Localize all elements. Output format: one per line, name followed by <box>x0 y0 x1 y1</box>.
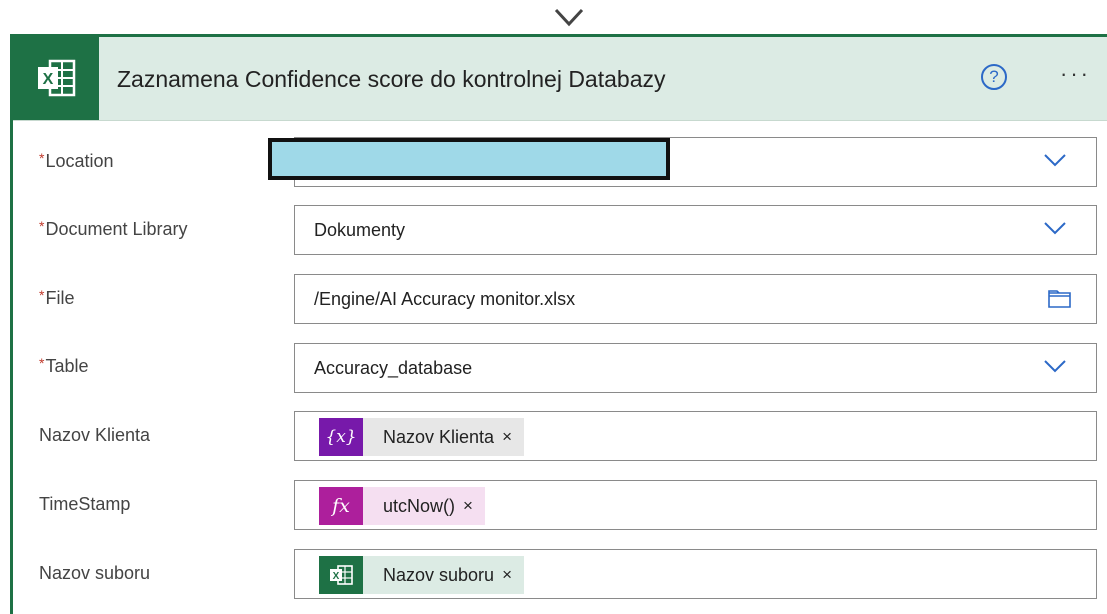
variable-icon: {x} <box>319 418 363 456</box>
token-label: Nazov Klienta <box>383 426 495 447</box>
excel-connector-tile: X <box>13 37 99 120</box>
timestamp-label: TimeStamp <box>39 494 131 514</box>
required-marker: * <box>39 287 45 303</box>
required-marker: * <box>39 150 45 166</box>
timestamp-field[interactable]: fx utcNow() × <box>294 480 1097 530</box>
nazov-klienta-field[interactable]: {x} Nazov Klienta × <box>294 411 1097 461</box>
token-label: utcNow() <box>383 495 456 516</box>
remove-token-icon[interactable]: × <box>502 565 524 585</box>
token-label: Nazov suboru <box>383 564 495 585</box>
remove-token-icon[interactable]: × <box>463 496 485 516</box>
flow-connector-arrow-icon <box>554 8 584 27</box>
action-title[interactable]: Zaznamena Confidence score do kontrolnej… <box>117 66 666 93</box>
table-value: Accuracy_database <box>314 358 473 378</box>
expression-token[interactable]: fx utcNow() × <box>319 487 485 525</box>
document-library-label: *Document Library <box>39 218 188 239</box>
dynamic-content-token[interactable]: X Nazov suboru × <box>319 556 524 594</box>
more-options-icon[interactable]: ··· <box>1060 61 1091 87</box>
excel-icon: X <box>38 59 76 97</box>
remove-token-icon[interactable]: × <box>502 427 524 447</box>
file-label: *File <box>39 287 75 308</box>
table-dropdown[interactable]: Accuracy_database <box>294 343 1097 393</box>
nazov-suboru-label: Nazov suboru <box>39 563 151 583</box>
action-card-header[interactable]: X Zaznamena Confidence score do kontroln… <box>13 37 1107 121</box>
help-icon[interactable]: ? <box>981 64 1007 90</box>
dynamic-content-token[interactable]: {x} Nazov Klienta × <box>319 418 524 456</box>
chevron-down-icon[interactable] <box>1044 359 1066 373</box>
file-picker[interactable]: /Engine/AI Accuracy monitor.xlsx <box>294 274 1097 324</box>
required-marker: * <box>39 218 45 234</box>
action-card: X Zaznamena Confidence score do kontroln… <box>10 34 1107 614</box>
required-marker: * <box>39 355 45 371</box>
svg-text:X: X <box>43 71 54 88</box>
chevron-down-icon[interactable] <box>1044 153 1066 167</box>
excel-icon: X <box>319 556 363 594</box>
nazov-klienta-label: Nazov Klienta <box>39 425 151 445</box>
function-icon: fx <box>319 487 363 525</box>
svg-text:X: X <box>333 571 340 582</box>
table-label: *Table <box>39 355 89 376</box>
nazov-suboru-field[interactable]: X Nazov suboru × <box>294 549 1097 599</box>
location-label: *Location <box>39 150 114 171</box>
document-library-value: Dokumenty <box>314 220 406 240</box>
redacted-location-value <box>268 138 670 180</box>
file-value: /Engine/AI Accuracy monitor.xlsx <box>314 289 576 309</box>
document-library-dropdown[interactable]: Dokumenty <box>294 205 1097 255</box>
chevron-down-icon[interactable] <box>1044 221 1066 235</box>
folder-icon[interactable] <box>1048 289 1072 309</box>
